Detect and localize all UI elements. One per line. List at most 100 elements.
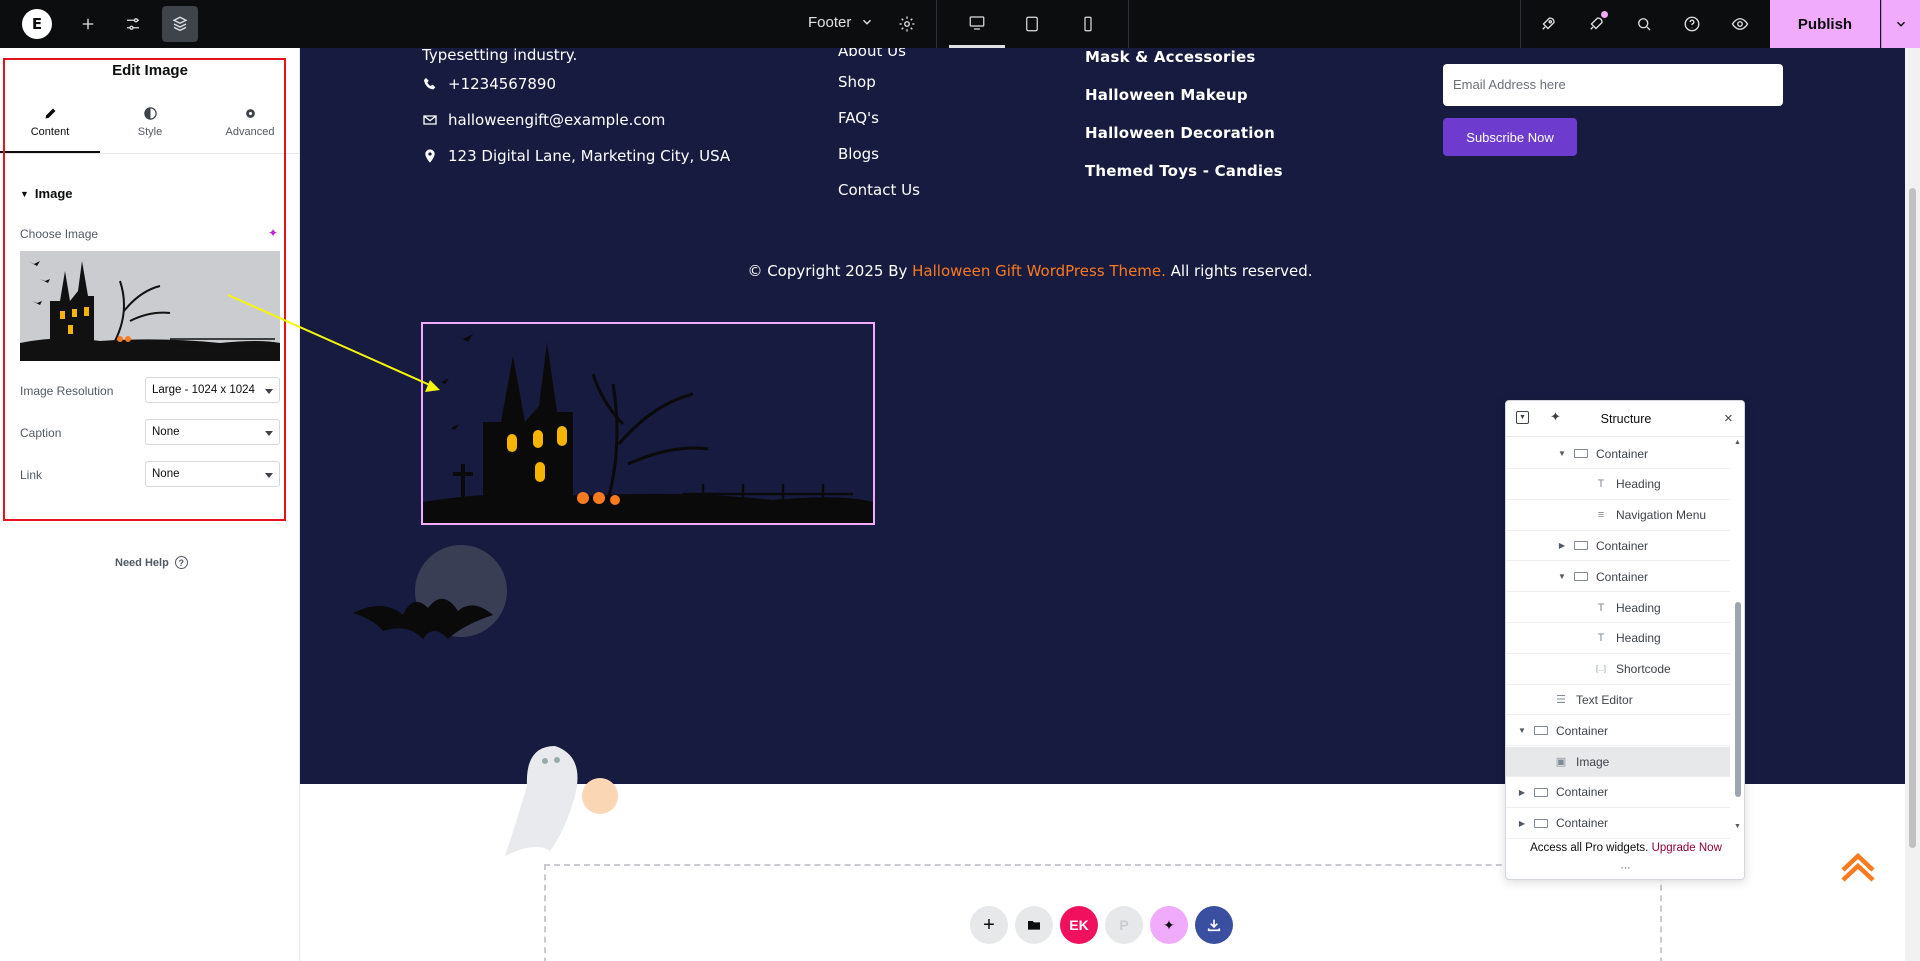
import-icon — [1207, 919, 1221, 932]
contact-phone[interactable]: +1234567890 — [422, 75, 556, 93]
category-link[interactable]: Halloween Decoration — [1085, 124, 1275, 142]
rocket-icon — [1542, 17, 1555, 30]
footer-link-shop[interactable]: Shop — [838, 73, 876, 91]
toggle-caret-icon[interactable]: ▶ — [1556, 541, 1568, 550]
toggle-caret-icon[interactable]: ▶ — [1516, 819, 1528, 828]
page-settings-button[interactable] — [889, 6, 925, 42]
container-icon — [1574, 572, 1588, 582]
chevron-down-icon[interactable] — [860, 15, 874, 29]
tablet-icon — [1026, 16, 1038, 32]
contact-address[interactable]: 123 Digital Lane, Marketing City, USA — [422, 147, 730, 165]
template-library-button[interactable] — [1015, 906, 1053, 944]
container-icon — [1534, 787, 1548, 797]
upgrade-now-link[interactable]: Upgrade Now — [1652, 842, 1722, 854]
scroll-down-icon[interactable]: ▼ — [1734, 823, 1741, 830]
structure-scrollbar[interactable]: ▲ ▼ — [1732, 437, 1744, 837]
caret-down-icon: ▼ — [20, 188, 29, 199]
structure-scroll-thumb[interactable] — [1735, 602, 1741, 797]
footer-link-contact[interactable]: Contact Us — [838, 181, 920, 199]
finder-button[interactable] — [1626, 6, 1662, 42]
structure-item-label: Container — [1596, 446, 1649, 461]
structure-item-container[interactable]: ▼ Container — [1506, 716, 1730, 747]
caret-icon — [265, 473, 273, 478]
image-resolution-select[interactable]: Large - 1024 x 1024 — [145, 377, 280, 403]
contact-email[interactable]: halloweengift@example.com — [422, 111, 665, 129]
tab-advanced[interactable]: Advanced — [200, 106, 300, 154]
category-link[interactable]: Themed Toys - Candies — [1085, 162, 1283, 180]
category-link[interactable]: Halloween Makeup — [1085, 86, 1248, 104]
need-help-link[interactable]: Need Help ? — [115, 556, 188, 569]
structure-header: ▼ ✦ Structure × — [1506, 401, 1744, 437]
structure-item-container[interactable]: ▶ Container — [1506, 778, 1730, 808]
launchpad-button[interactable] — [1530, 6, 1566, 42]
copyright-link[interactable]: Halloween Gift WordPress Theme. — [912, 262, 1166, 280]
tab-style[interactable]: Style — [100, 106, 200, 154]
ai-button[interactable]: ✦ — [1150, 906, 1188, 944]
toggle-caret-icon[interactable]: ▶ — [1516, 788, 1528, 797]
add-section-button[interactable]: + — [970, 906, 1008, 944]
structure-item-container[interactable]: ▶ Container — [1506, 531, 1730, 562]
structure-item-label: Container — [1556, 785, 1609, 800]
preview-button[interactable] — [1722, 6, 1758, 42]
publish-options-button[interactable] — [1881, 0, 1920, 48]
structure-item-image[interactable]: ▣ Image — [1506, 747, 1730, 777]
scroll-up-icon[interactable]: ▲ — [1734, 439, 1741, 446]
need-help-label: Need Help — [115, 556, 169, 569]
structure-item-container[interactable]: ▼ Container — [1506, 562, 1730, 593]
footer-link-about[interactable]: About Us — [838, 48, 906, 60]
location-icon — [425, 149, 435, 163]
tab-label: Advanced — [225, 126, 275, 138]
structure-item-navigation-menu[interactable]: ≡ Navigation Menu — [1506, 501, 1730, 531]
ghost-icon — [505, 746, 618, 856]
tablet-view-button[interactable] — [1004, 0, 1060, 48]
structure-item-heading[interactable]: T Heading — [1506, 470, 1730, 500]
scroll-to-top-button[interactable] — [1838, 846, 1878, 891]
structure-item-label: Container — [1556, 816, 1609, 831]
contact-text: +1234567890 — [448, 75, 557, 93]
container-icon — [1574, 541, 1588, 551]
category-link[interactable]: Mask & Accessories — [1085, 48, 1255, 66]
mobile-view-button[interactable] — [1060, 0, 1116, 48]
structure-item-text-editor[interactable]: ☰ Text Editor — [1506, 685, 1730, 716]
pro-button[interactable]: P — [1105, 906, 1143, 944]
subscribe-button[interactable]: Subscribe Now — [1443, 118, 1577, 156]
whats-new-button[interactable] — [1578, 6, 1614, 42]
desktop-view-button[interactable] — [949, 0, 1005, 48]
footer-link-faq[interactable]: FAQ's — [838, 109, 879, 127]
footer-link-blogs[interactable]: Blogs — [838, 145, 879, 163]
add-section-drop-zone[interactable] — [544, 864, 1662, 961]
selected-image-widget[interactable] — [421, 322, 875, 525]
tab-content[interactable]: Content — [0, 106, 100, 154]
caption-select[interactable]: None — [145, 419, 280, 445]
elementskit-button[interactable]: EK — [1060, 906, 1098, 944]
toggle-caret-icon[interactable]: ▼ — [1556, 572, 1568, 581]
structure-item-label: Text Editor — [1576, 692, 1633, 707]
ai-sparkle-icon[interactable]: ✦ — [268, 226, 278, 240]
newsletter-email-input[interactable]: Email Address here — [1443, 64, 1783, 106]
structure-item-label: Heading — [1616, 477, 1661, 492]
structure-item-label: Image — [1576, 754, 1610, 769]
help-icon — [1684, 16, 1700, 32]
structure-item-shortcode[interactable]: [...] Shortcode — [1506, 655, 1730, 685]
page-scrollbar[interactable] — [1905, 48, 1920, 961]
heading-icon: T — [1597, 632, 1605, 645]
resize-grip-icon[interactable]: ⋯ — [1506, 863, 1744, 874]
image-preview[interactable] — [20, 251, 280, 361]
import-button[interactable] — [1195, 906, 1233, 944]
add-section-icon: + — [983, 913, 995, 936]
publish-button[interactable]: Publish — [1770, 0, 1880, 48]
about-text[interactable]: Typesetting industry. — [422, 48, 577, 64]
section-toggle-image[interactable]: ▼ Image — [20, 186, 73, 201]
help-button[interactable] — [1674, 6, 1710, 42]
toggle-caret-icon[interactable]: ▼ — [1556, 449, 1568, 458]
toggle-caret-icon[interactable]: ▼ — [1516, 726, 1528, 735]
structure-item-container[interactable]: ▼ Container — [1506, 439, 1730, 469]
notification-dot — [1601, 11, 1608, 18]
structure-item-heading[interactable]: T Heading — [1506, 624, 1730, 654]
close-icon[interactable]: × — [1724, 410, 1733, 427]
document-title[interactable]: Footer — [808, 14, 851, 31]
structure-item-heading[interactable]: T Heading — [1506, 593, 1730, 623]
choose-image-label: Choose Image — [20, 227, 99, 241]
scrollbar-thumb[interactable] — [1909, 188, 1916, 848]
link-select[interactable]: None — [145, 461, 280, 487]
